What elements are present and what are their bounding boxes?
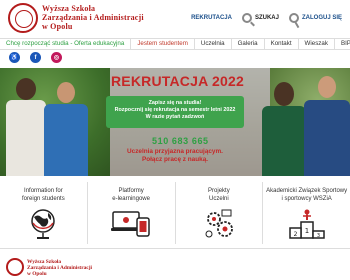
nav-item-contact[interactable]: Kontakt [265,39,299,49]
accessibility-icon[interactable]: ♿ [9,52,20,63]
instagram-icon[interactable]: ◎ [51,52,62,63]
hero-tagline: Uczelnia przyjazna pracującym. Połącz pr… [127,148,223,164]
hero-student-right [262,82,306,176]
podium-icon: 1 2 3 [288,209,325,239]
quick-links: Information for foreign students Platfor… [0,182,350,244]
key-icon [288,13,299,23]
gears-icon [205,209,233,238]
hero-student-left [6,78,46,176]
recruitment-info-box[interactable]: Zapisz się na studia! Rozpocznij się rek… [106,96,244,128]
svg-text:3: 3 [317,233,320,239]
university-name[interactable]: Wyższa Szkoła Zarządzania i Administracj… [42,4,182,31]
hero-student-center-left [44,82,88,176]
globe-icon [31,209,56,239]
site-footer: Wyższa Szkoła Zarządzania i Administracj… [0,248,350,280]
search-icon [241,13,252,23]
tile-university-projects[interactable]: Projekty Uczelni [176,182,264,244]
tile-elearning[interactable]: Platformy e-learningowe [88,182,176,244]
svg-text:1: 1 [304,227,308,235]
tile-sports-association[interactable]: Akademicki Związek Sportowy i sportowcy … [263,182,350,244]
nav-item-bip[interactable]: BIP [335,39,350,49]
nav-item-wieszak[interactable]: Wieszak [299,39,335,49]
university-logo[interactable] [8,3,38,33]
nav-item-educational-offer[interactable]: Chcę rozpocząć studia - Oferta edukacyjn… [0,39,132,49]
search-link[interactable]: SZUKAJ [241,13,279,23]
hero-title: REKRUTACJA 2022 [111,73,244,89]
login-link[interactable]: ZALOGUJ SIĘ [288,13,342,23]
social-icons: ♿ f ◎ [9,52,62,63]
nav-item-student[interactable]: Jestem studentem [131,39,195,49]
recruitment-link[interactable]: REKRUTACJA [191,15,232,21]
phone-number[interactable]: 510 683 665 [152,136,209,146]
hero-student-far-right [304,76,350,176]
facebook-icon[interactable]: f [30,52,41,63]
nav-item-gallery[interactable]: Galeria [232,39,265,49]
site-header: Wyższa Szkoła Zarządzania i Administracj… [0,0,350,38]
main-nav: Chcę rozpocząć studia - Oferta edukacyjn… [0,38,350,50]
svg-text:2: 2 [293,231,297,238]
top-links: REKRUTACJA SZUKAJ ZALOGUJ SIĘ [191,13,342,23]
tile-foreign-students[interactable]: Information for foreign students [0,182,88,244]
footer-logo[interactable] [6,258,24,276]
nav-item-university[interactable]: Uczelnia [195,39,232,49]
devices-icon [111,211,150,237]
footer-university-name: Wyższa Szkoła Zarządzania i Administracj… [27,259,92,277]
